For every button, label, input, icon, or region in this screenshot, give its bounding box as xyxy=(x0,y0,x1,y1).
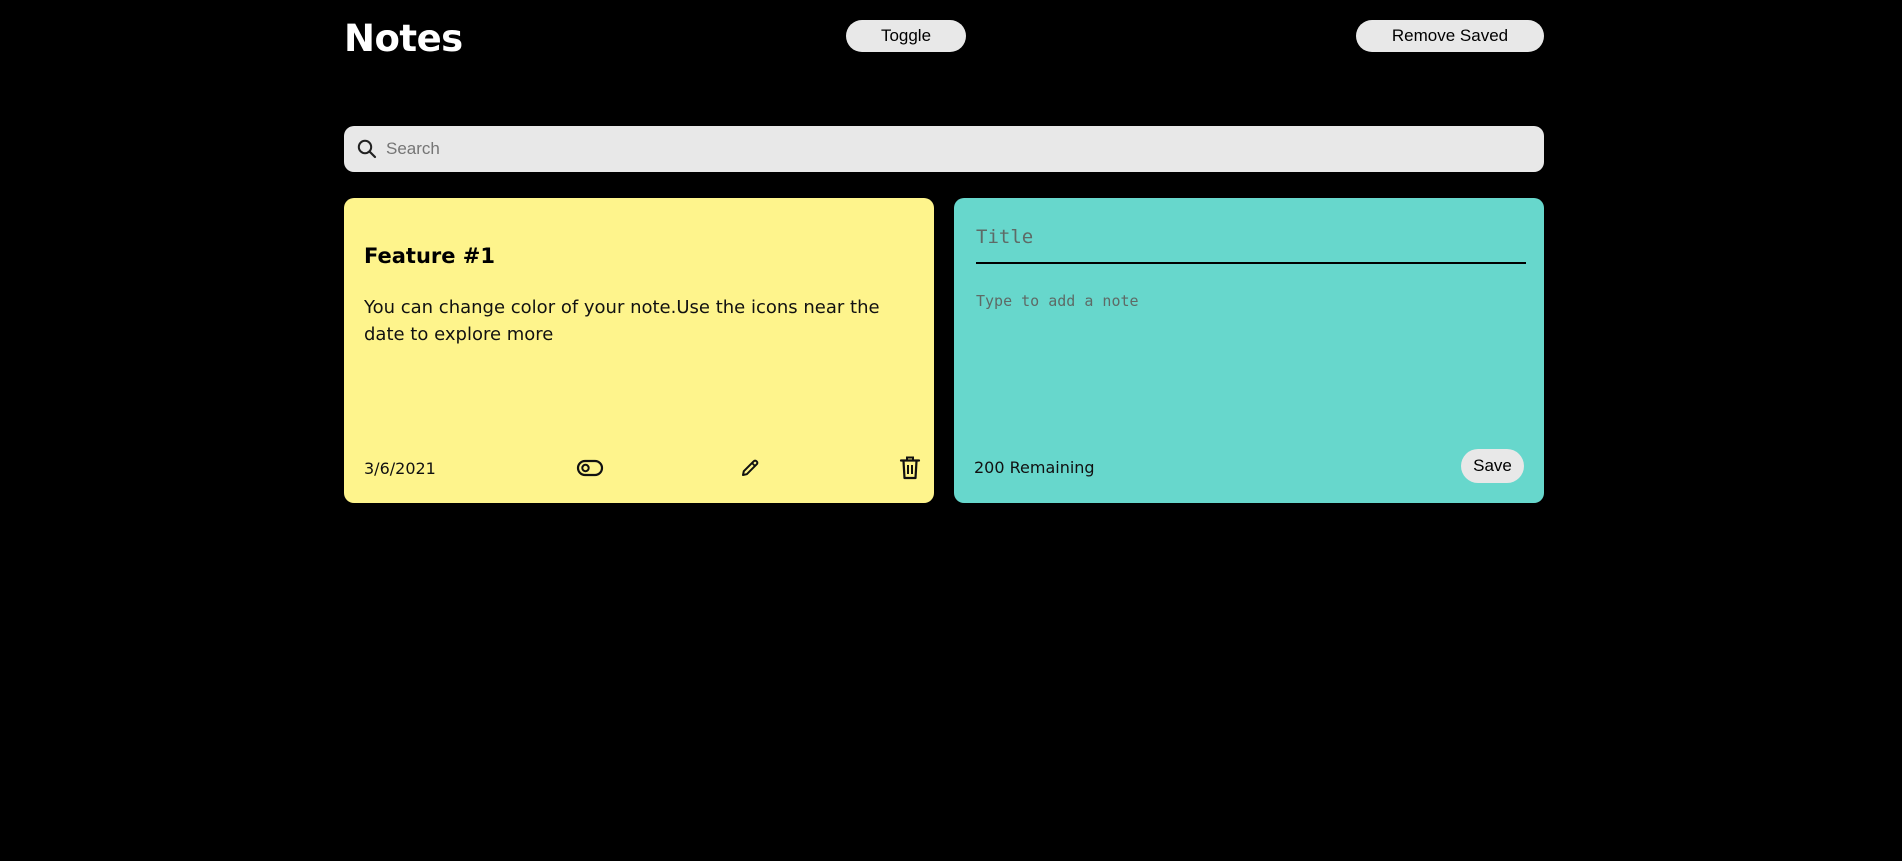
toggle-icon[interactable] xyxy=(575,453,605,483)
page-title: Notes xyxy=(344,17,463,60)
search-input[interactable] xyxy=(384,128,1544,170)
new-note-card: 200 Remaining Save xyxy=(954,198,1544,503)
trash-icon[interactable] xyxy=(895,453,925,483)
note-footer: 3/6/2021 xyxy=(364,453,921,483)
characters-remaining: 200 Remaining xyxy=(974,458,1095,477)
header: Notes Toggle Mode Remove Saved Notes xyxy=(344,0,1544,80)
pencil-icon[interactable] xyxy=(735,453,765,483)
note-text: You can change color of your note.Use th… xyxy=(364,297,880,345)
note-card: Feature #1 You can change color of your … xyxy=(344,198,934,503)
note-title-input[interactable] xyxy=(976,212,1526,264)
save-button[interactable]: Save xyxy=(1461,449,1524,483)
notes-list: Feature #1 You can change color of your … xyxy=(344,198,1544,503)
toggle-mode-button[interactable]: Toggle Mode xyxy=(846,20,966,77)
notes-app: Notes Toggle Mode Remove Saved Notes Fea… xyxy=(344,0,1544,503)
search-icon xyxy=(356,138,378,160)
note-body-textarea[interactable] xyxy=(976,292,1526,422)
note-date: 3/6/2021 xyxy=(364,459,436,478)
remove-saved-notes-button[interactable]: Remove Saved Notes xyxy=(1356,20,1544,77)
search-bar[interactable] xyxy=(344,126,1544,172)
note-title: Feature #1 xyxy=(364,244,496,268)
